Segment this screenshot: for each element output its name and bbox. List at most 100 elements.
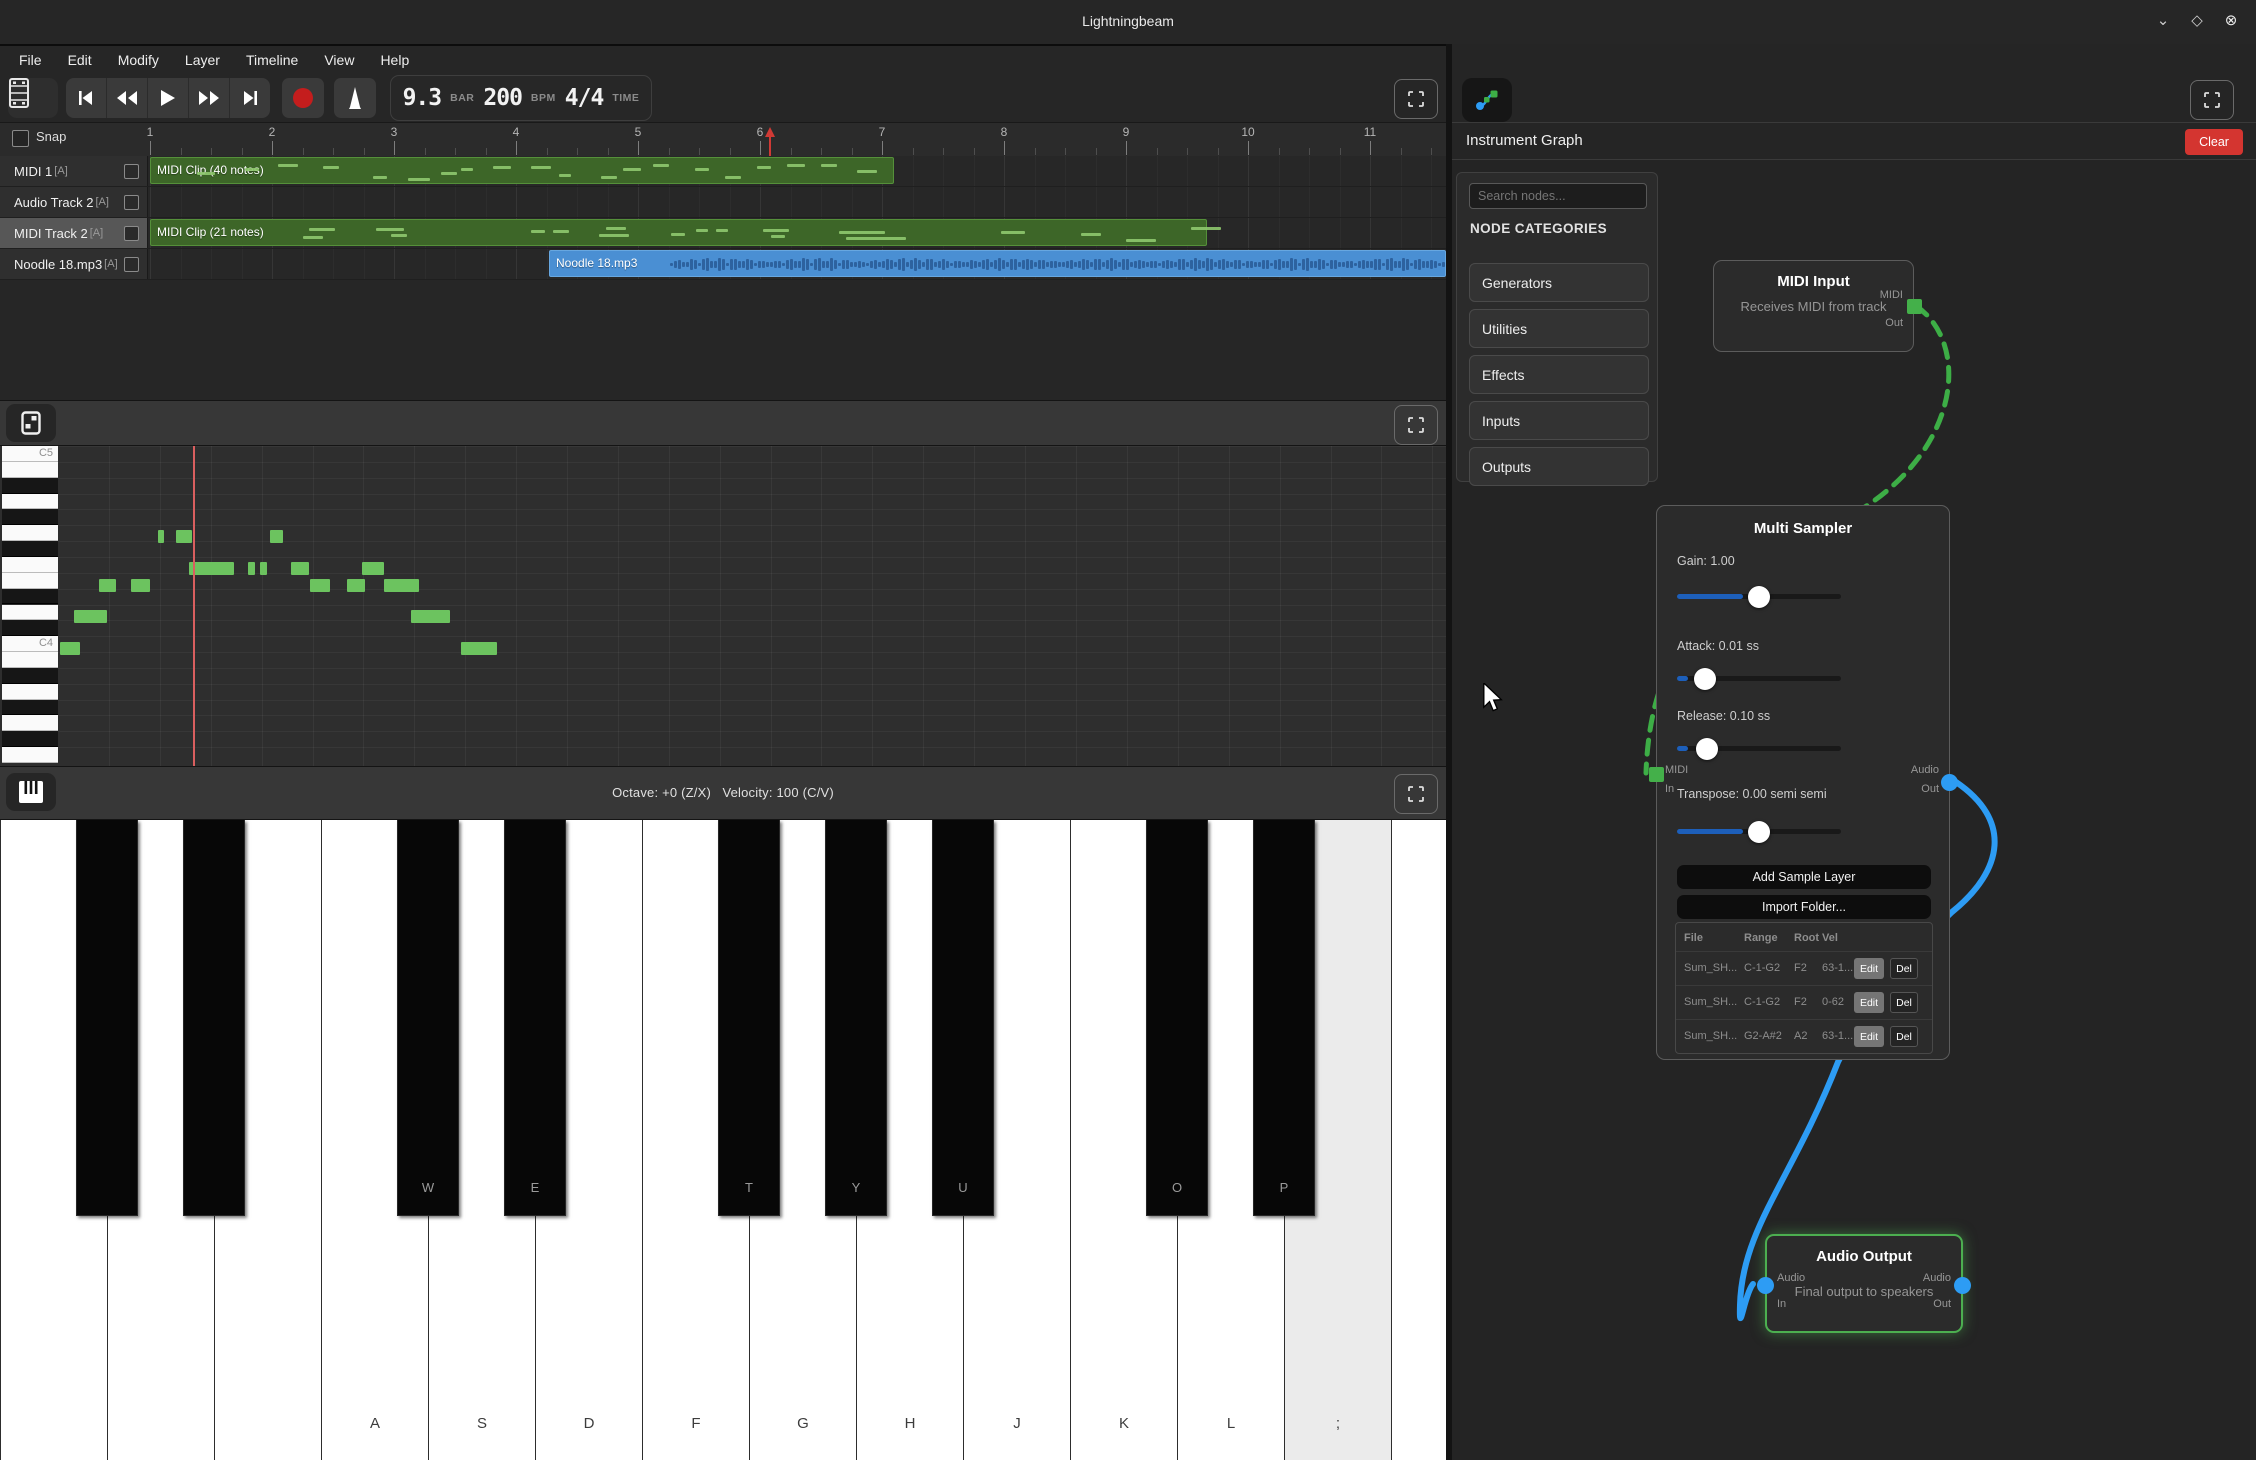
clear-button[interactable]: Clear [2185,129,2243,155]
track-checkbox[interactable] [124,226,139,241]
graph-canvas[interactable]: NODE CATEGORIES GeneratorsUtilitiesEffec… [1452,160,2256,1460]
record-button[interactable] [282,78,324,118]
menu-timeline[interactable]: Timeline [233,46,311,74]
roll-key-row[interactable] [2,573,58,589]
roll-key-row[interactable] [2,509,58,525]
keyboard-mode-button[interactable] [6,773,56,811]
track-row[interactable]: Noodle 18.mp3[A] Noodle 18.mp3 [0,249,1446,280]
audio-in-port[interactable] [1757,1277,1774,1294]
black-key-P[interactable]: P [1253,820,1315,1216]
node-multi-sampler[interactable]: Multi Sampler Gain: 1.00Attack: 0.01 ssR… [1656,505,1950,1060]
track-row[interactable]: Audio Track 2[A] [0,187,1446,218]
param-slider[interactable] [1677,746,1841,751]
timeline-empty-area[interactable] [0,280,1446,400]
metronome-button[interactable] [334,78,376,118]
roll-key-row[interactable] [2,620,58,636]
menu-file[interactable]: File [6,46,55,74]
clip-midi[interactable]: MIDI Clip (21 notes) [150,219,1207,246]
midi-note[interactable] [347,579,365,592]
close-button[interactable]: ⊗ [2216,0,2246,42]
midi-in-port[interactable] [1649,767,1664,782]
rewind-button[interactable] [107,78,148,118]
edit-button[interactable]: Edit [1854,1026,1884,1047]
roll-key-row[interactable] [2,605,58,621]
snap-checkbox[interactable] [12,130,29,147]
roll-playhead[interactable] [193,446,195,766]
track-header-1[interactable]: MIDI 1[A] [0,156,148,186]
midi-note[interactable] [176,530,192,543]
roll-key-row[interactable] [2,478,58,494]
roll-key-row[interactable] [2,525,58,541]
delete-button[interactable]: Del [1890,992,1918,1013]
menu-layer[interactable]: Layer [172,46,233,74]
edit-button[interactable]: Edit [1854,958,1884,979]
track-header-4[interactable]: Noodle 18.mp3[A] [0,249,148,279]
midi-note[interactable] [384,579,419,592]
piano-roll-expand-button[interactable] [1394,405,1438,445]
minimize-button[interactable]: ⌄ [2148,0,2178,42]
black-key[interactable] [183,820,245,1216]
roll-key-row[interactable] [2,747,58,763]
midi-note[interactable] [260,562,267,575]
midi-note[interactable] [60,642,80,655]
edit-button[interactable]: Edit [1854,992,1884,1013]
roll-key-row[interactable] [2,668,58,684]
slider-knob[interactable] [1748,586,1770,608]
midi-note[interactable] [461,642,497,655]
roll-key-row[interactable] [2,715,58,731]
slider-knob[interactable] [1694,668,1716,690]
menu-modify[interactable]: Modify [105,46,172,74]
midi-note[interactable] [362,562,384,575]
graph-expand-button[interactable] [2190,80,2234,120]
track-checkbox[interactable] [124,257,139,272]
audio-out-port[interactable] [1941,774,1958,791]
roll-key-row[interactable] [2,700,58,716]
midi-out-port[interactable] [1907,299,1922,314]
midi-note[interactable] [74,610,107,623]
midi-note[interactable] [248,562,255,575]
black-key-W[interactable]: W [397,820,459,1216]
fast-forward-button[interactable] [189,78,230,118]
track-row[interactable]: MIDI 1[A] MIDI Clip (40 notes) [0,156,1446,187]
audio-out-port[interactable] [1954,1277,1971,1294]
midi-note[interactable] [189,562,234,575]
black-key-E[interactable]: E [504,820,566,1216]
midi-note[interactable] [270,530,283,543]
piano-roll-mode-button[interactable] [6,404,56,442]
menu-edit[interactable]: Edit [55,46,105,74]
roll-key-row[interactable]: C4 [2,636,58,652]
param-slider[interactable] [1677,594,1841,599]
white-key[interactable] [1391,820,1446,1460]
clip-audio[interactable]: Noodle 18.mp3 [549,250,1446,277]
track-header-2[interactable]: Audio Track 2[A] [0,187,148,217]
timeline-expand-button[interactable] [1394,79,1438,119]
skip-to-end-button[interactable] [230,78,270,118]
roll-key-row[interactable] [2,557,58,573]
black-key-Y[interactable]: Y [825,820,887,1216]
timeline-mode-button[interactable] [8,78,58,118]
track-row[interactable]: MIDI Track 2[A] MIDI Clip (21 notes) [0,218,1446,249]
piano-roll-grid[interactable]: C5C4 [0,446,1446,766]
midi-note[interactable] [131,579,150,592]
slider-knob[interactable] [1696,738,1718,760]
timeline-ruler[interactable]: Snap 1234567891011 [0,122,1446,157]
track-checkbox[interactable] [124,164,139,179]
black-key[interactable] [76,820,138,1216]
midi-note[interactable] [411,610,450,623]
menu-help[interactable]: Help [367,46,422,74]
import-folder-button[interactable]: Import Folder... [1677,895,1931,919]
track-checkbox[interactable] [124,195,139,210]
param-slider[interactable] [1677,676,1841,681]
roll-key-row[interactable] [2,652,58,668]
black-key-T[interactable]: T [718,820,780,1216]
black-key-U[interactable]: U [932,820,994,1216]
maximize-button[interactable]: ◇ [2182,0,2212,42]
graph-mode-button[interactable] [1462,78,1512,122]
keyboard-expand-button[interactable] [1394,774,1438,814]
node-midi-input[interactable]: MIDI Input Receives MIDI from track MIDI… [1713,260,1914,352]
clip-midi[interactable]: MIDI Clip (40 notes) [150,157,894,184]
roll-key-row[interactable] [2,462,58,478]
track-header-3[interactable]: MIDI Track 2[A] [0,218,148,248]
midi-note[interactable] [158,530,164,543]
play-button[interactable] [148,78,189,118]
